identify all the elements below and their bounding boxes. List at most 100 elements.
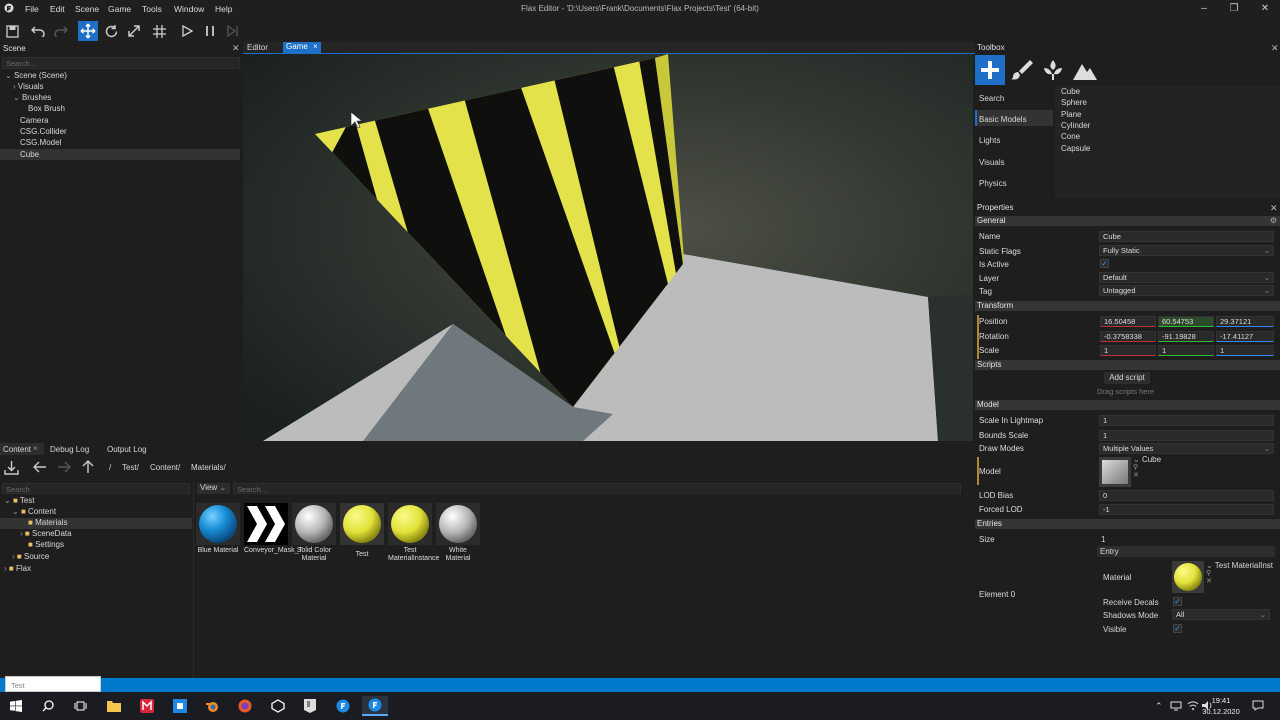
tab-editor[interactable]: Editor (247, 43, 268, 52)
rotation-z-field[interactable]: -17.41127 (1216, 331, 1274, 342)
unity-icon[interactable] (267, 696, 289, 716)
pause-icon[interactable] (200, 21, 220, 41)
bounds-scale-field[interactable]: 1 (1099, 430, 1274, 441)
tree-item-settings[interactable]: ■ Settings (28, 540, 64, 549)
flax-launcher-icon[interactable] (332, 696, 354, 716)
receive-decals-checkbox[interactable]: ✓ (1173, 597, 1182, 606)
close-icon[interactable]: ✕ (1270, 203, 1278, 214)
task-view-icon[interactable] (69, 696, 91, 716)
menu-scene[interactable]: Scene (75, 4, 99, 14)
toolbox-item-capsule[interactable]: Capsule (1061, 144, 1090, 153)
grid-snap-icon[interactable] (149, 21, 169, 41)
breadcrumb-materials[interactable]: Materials/ (191, 463, 226, 472)
rotate-gizmo-icon[interactable] (101, 21, 121, 41)
tree-item-visuals[interactable]: › Visuals (13, 82, 44, 91)
notifications-icon[interactable] (1252, 700, 1264, 713)
toolbox-item-cylinder[interactable]: Cylinder (1061, 121, 1090, 130)
close-tab-icon[interactable]: × (313, 42, 318, 51)
search-icon[interactable]: ⚲ (1206, 569, 1211, 577)
category-lights[interactable]: Lights (979, 136, 1000, 145)
breadcrumb-test[interactable]: Test/ (122, 463, 139, 472)
network-icon[interactable] (1170, 700, 1182, 713)
material-thumbnail[interactable] (1172, 561, 1204, 593)
scale-y-field[interactable]: 1 (1158, 345, 1214, 356)
is-active-checkbox[interactable]: ✓ (1100, 259, 1109, 268)
minimize-button[interactable]: – (1193, 2, 1215, 16)
tree-item-materials[interactable]: ■ Materials (28, 518, 68, 527)
translate-gizmo-icon[interactable] (78, 21, 98, 41)
lod-bias-field[interactable]: 0 (1099, 490, 1274, 501)
section-transform[interactable]: Transform (975, 301, 1280, 311)
tree-item-scene[interactable]: ⌄ Scene (Scene) (5, 71, 67, 80)
scale-gizmo-icon[interactable] (124, 21, 144, 41)
toolbox-item-cone[interactable]: Cone (1061, 132, 1080, 141)
import-icon[interactable] (4, 460, 19, 477)
asset-solid-color-material[interactable]: Solid Color Material (292, 503, 336, 563)
rotation-y-field[interactable]: -91.19828 (1158, 331, 1214, 342)
model-thumbnail[interactable] (1099, 457, 1131, 487)
step-frame-icon[interactable] (223, 21, 243, 41)
close-icon[interactable]: ✕ (232, 43, 240, 54)
back-icon[interactable] (33, 461, 47, 475)
tab-game[interactable]: Game × (283, 42, 321, 53)
section-model[interactable]: Model (975, 400, 1280, 410)
wifi-icon[interactable] (1187, 700, 1199, 713)
draw-modes-dropdown[interactable]: Multiple Values ⌄ (1099, 443, 1274, 454)
tree-item-content[interactable]: ⌄ ■ Content (12, 507, 56, 516)
forced-lod-field[interactable]: -1 (1099, 504, 1274, 515)
store-icon[interactable] (169, 696, 191, 716)
tree-item-source[interactable]: › ■ Source (12, 552, 49, 561)
tree-item-test[interactable]: ⌄ ■ Test (4, 496, 35, 505)
save-icon[interactable] (2, 21, 22, 41)
firefox-icon[interactable] (234, 696, 256, 716)
content-tree-search[interactable]: Search (2, 483, 190, 494)
category-visuals[interactable]: Visuals (979, 158, 1005, 167)
layer-dropdown[interactable]: Default ⌄ (1099, 272, 1274, 283)
add-script-button[interactable]: Add script (1104, 372, 1150, 384)
content-grid-search[interactable]: Search... (233, 483, 961, 494)
toolbox-item-sphere[interactable]: Sphere (1061, 98, 1087, 107)
view-dropdown[interactable]: View ⌄ (197, 483, 230, 494)
section-general[interactable]: General ⚙ (975, 216, 1280, 226)
rename-input[interactable]: Test (5, 676, 101, 692)
tree-item-cube[interactable]: Cube (20, 150, 39, 159)
clear-icon[interactable]: ✕ (1206, 577, 1212, 585)
rotation-x-field[interactable]: -0.3758338 (1100, 331, 1156, 342)
section-scripts[interactable]: Scripts (975, 360, 1280, 370)
redo-icon[interactable] (51, 21, 71, 41)
menu-tools[interactable]: Tools (142, 4, 162, 14)
play-icon[interactable] (177, 21, 197, 41)
blender-icon[interactable] (201, 696, 223, 716)
toolbox-item-cube[interactable]: Cube (1061, 87, 1080, 96)
search-icon[interactable]: ⚲ (1133, 463, 1138, 471)
clear-icon[interactable]: ✕ (1133, 471, 1139, 479)
asset-test[interactable]: Test (340, 503, 384, 559)
menu-file[interactable]: File (25, 4, 39, 14)
epic-icon[interactable] (299, 696, 321, 716)
scale-x-field[interactable]: 1 (1100, 345, 1156, 356)
toolbox-item-plane[interactable]: Plane (1061, 110, 1081, 119)
close-icon[interactable]: ✕ (1271, 43, 1279, 54)
file-explorer-icon[interactable] (103, 696, 125, 716)
menu-edit[interactable]: Edit (50, 4, 65, 14)
clock-time[interactable]: 19:41 (1199, 696, 1243, 705)
app-icon-red[interactable] (136, 696, 158, 716)
tree-item-scenedata[interactable]: › ■ SceneData (20, 529, 72, 538)
foliage-icon[interactable] (1041, 58, 1065, 84)
add-actor-icon[interactable] (975, 55, 1005, 85)
visible-checkbox[interactable]: ✓ (1173, 624, 1182, 633)
menu-help[interactable]: Help (215, 4, 232, 14)
scale-z-field[interactable]: 1 (1216, 345, 1274, 356)
search-icon[interactable] (37, 696, 59, 716)
tree-item-csg-collider[interactable]: CSG.Collider (20, 127, 67, 136)
asset-conveyor-mask[interactable]: Conveyor_Mask_T (244, 503, 303, 555)
close-window-button[interactable]: ✕ (1254, 2, 1276, 16)
flax-editor-icon[interactable] (362, 696, 388, 716)
scene-search-input[interactable]: Search... (2, 57, 240, 69)
gear-icon[interactable]: ⚙ (1270, 216, 1277, 226)
category-physics[interactable]: Physics (979, 179, 1007, 188)
section-entries[interactable]: Entries (975, 519, 1280, 529)
start-icon[interactable] (5, 696, 27, 716)
name-field[interactable]: Cube (1099, 231, 1274, 242)
tree-item-csg-model[interactable]: CSG.Model (20, 138, 61, 147)
